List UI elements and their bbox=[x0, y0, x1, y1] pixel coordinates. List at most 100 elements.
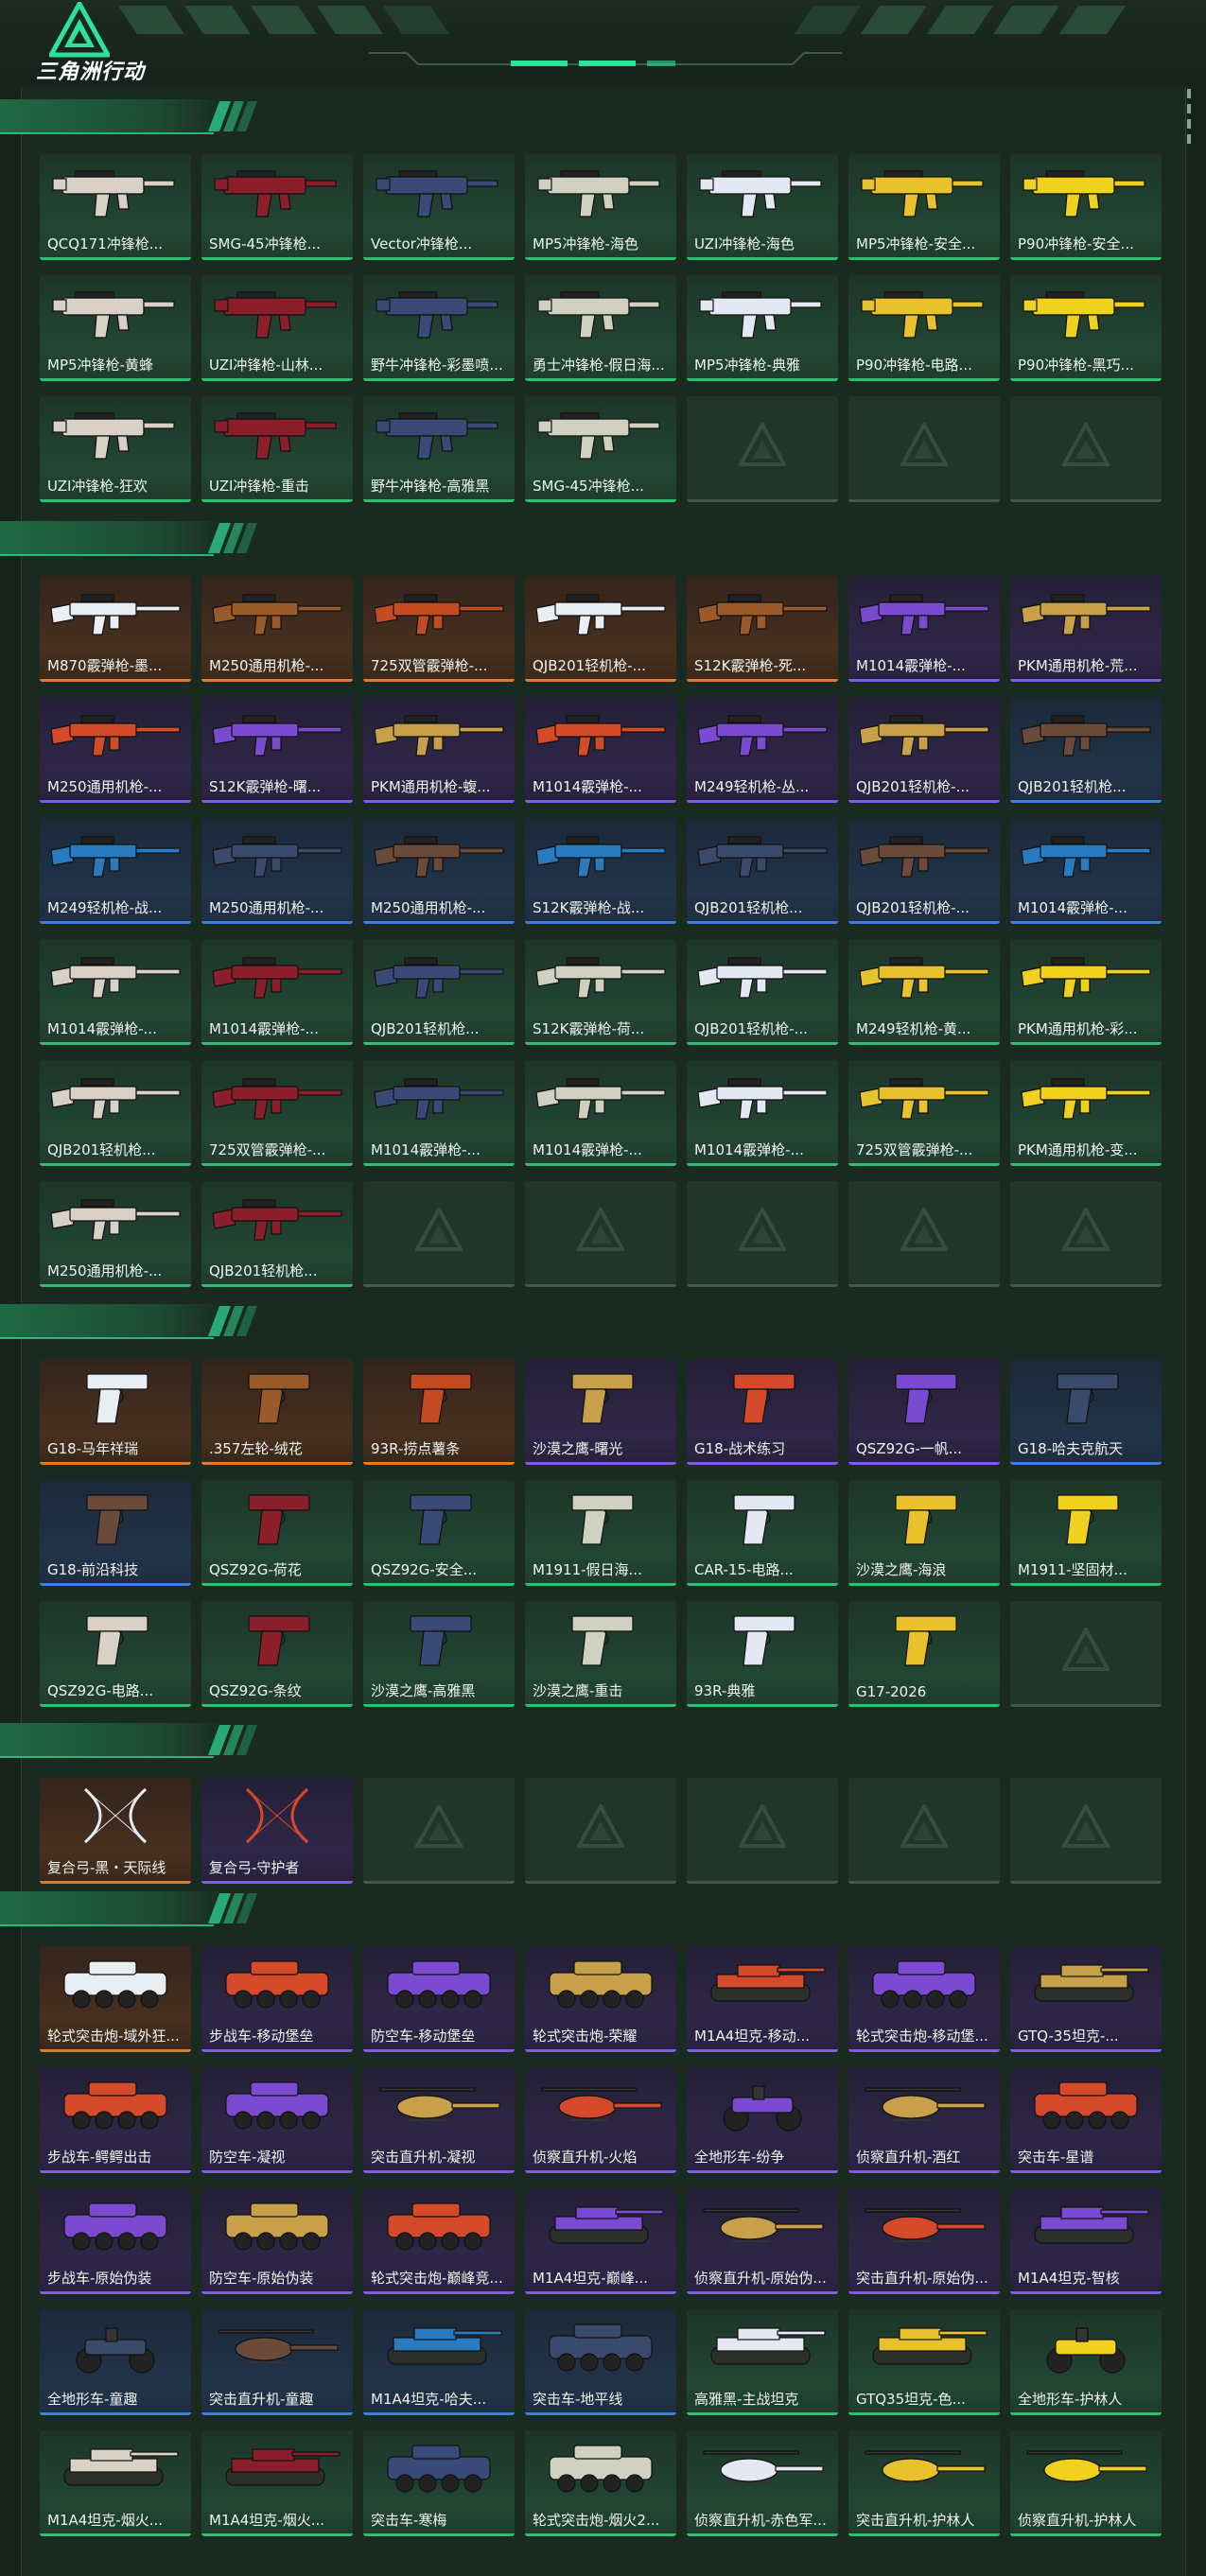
skin-card[interactable]: M249轻机枪-丛... bbox=[687, 697, 838, 803]
skin-card[interactable]: S12K霰弹枪-战... bbox=[525, 818, 676, 924]
skin-card[interactable]: 725双管霰弹枪-... bbox=[848, 1060, 1000, 1166]
skin-card[interactable]: M1014霰弹枪-... bbox=[1010, 818, 1162, 924]
skin-card[interactable]: G18-哈夫克航天 bbox=[1010, 1359, 1162, 1465]
skin-card[interactable]: 轮式突击炮-烟火2... bbox=[525, 2430, 676, 2536]
skin-card[interactable]: GTQ-35坦克-... bbox=[1010, 1946, 1162, 2052]
skin-card[interactable]: M249轻机枪-黄... bbox=[848, 939, 1000, 1045]
skin-card[interactable]: S12K霰弹枪-荷... bbox=[525, 939, 676, 1045]
skin-card[interactable]: QJB201轻机枪-... bbox=[687, 939, 838, 1045]
skin-card[interactable]: G18-马年祥瑞 bbox=[40, 1359, 191, 1465]
skin-card[interactable]: UZI冲锋枪-山林... bbox=[201, 275, 353, 381]
skin-card[interactable]: QJB201轻机枪... bbox=[201, 1181, 353, 1287]
skin-card[interactable]: M1014霰弹枪-... bbox=[201, 939, 353, 1045]
skin-card[interactable]: 防空车-凝视 bbox=[201, 2067, 353, 2173]
skin-card[interactable]: .357左轮-绒花 bbox=[201, 1359, 353, 1465]
skin-card[interactable]: 突击直升机-凝视 bbox=[363, 2067, 515, 2173]
skin-card[interactable]: M1A4坦克-哈夫... bbox=[363, 2309, 515, 2415]
skin-card[interactable]: MP5冲锋枪-黄蜂 bbox=[40, 275, 191, 381]
skin-card[interactable]: QSZ92G-条纹 bbox=[201, 1601, 353, 1707]
skin-card[interactable]: UZI冲锋枪-海色 bbox=[687, 154, 838, 260]
skin-card[interactable]: 沙漠之鹰-曙光 bbox=[525, 1359, 676, 1465]
skin-card[interactable]: M250通用机枪-... bbox=[40, 1181, 191, 1287]
skin-card[interactable]: QCQ171冲锋枪... bbox=[40, 154, 191, 260]
skin-card[interactable]: 突击车-星谱 bbox=[1010, 2067, 1162, 2173]
skin-card[interactable]: M1014霰弹枪-... bbox=[363, 1060, 515, 1166]
skin-card[interactable]: G18-前沿科技 bbox=[40, 1480, 191, 1586]
skin-card[interactable]: PKM通用机枪-荒... bbox=[1010, 576, 1162, 682]
skin-card[interactable]: 沙漠之鹰-高雅黑 bbox=[363, 1601, 515, 1707]
skin-card[interactable]: S12K霰弹枪-死... bbox=[687, 576, 838, 682]
skin-card[interactable]: 复合弓-守护者 bbox=[201, 1778, 353, 1884]
skin-card[interactable]: 勇士冲锋枪-假日海... bbox=[525, 275, 676, 381]
skin-card[interactable]: M250通用机枪-... bbox=[201, 576, 353, 682]
skin-card[interactable]: QJB201轻机枪... bbox=[687, 818, 838, 924]
skin-card[interactable]: 725双管霰弹枪-... bbox=[201, 1060, 353, 1166]
skin-card[interactable]: PKM通用机枪-彩... bbox=[1010, 939, 1162, 1045]
skin-card[interactable]: SMG-45冲锋枪... bbox=[525, 396, 676, 502]
skin-card[interactable]: UZI冲锋枪-狂欢 bbox=[40, 396, 191, 502]
skin-card[interactable]: 轮式突击炮-荣耀 bbox=[525, 1946, 676, 2052]
skin-card[interactable]: 93R-典雅 bbox=[687, 1601, 838, 1707]
skin-card[interactable]: QSZ92G-荷花 bbox=[201, 1480, 353, 1586]
skin-card[interactable]: 全地形车-纷争 bbox=[687, 2067, 838, 2173]
skin-card[interactable]: M870霰弹枪-墨... bbox=[40, 576, 191, 682]
skin-card[interactable]: 侦察直升机-赤色军... bbox=[687, 2430, 838, 2536]
skin-card[interactable]: 步战车-鳄鳄出击 bbox=[40, 2067, 191, 2173]
skin-card[interactable]: 防空车-移动堡垒 bbox=[363, 1946, 515, 2052]
skin-card[interactable]: QJB201轻机枪-... bbox=[848, 818, 1000, 924]
skin-card[interactable]: 轮式突击炮-巅峰竞... bbox=[363, 2188, 515, 2294]
skin-card[interactable]: UZI冲锋枪-重击 bbox=[201, 396, 353, 502]
skin-card[interactable]: M250通用机枪-... bbox=[201, 818, 353, 924]
skin-card[interactable]: QJB201轻机枪-... bbox=[848, 697, 1000, 803]
skin-card[interactable]: M250通用机枪-... bbox=[40, 697, 191, 803]
skin-card[interactable]: QSZ92G-安全... bbox=[363, 1480, 515, 1586]
skin-card[interactable]: M1014霰弹枪-... bbox=[687, 1060, 838, 1166]
skin-card[interactable]: 93R-捞点薯条 bbox=[363, 1359, 515, 1465]
skin-card[interactable]: 突击直升机-童趣 bbox=[201, 2309, 353, 2415]
skin-card[interactable]: 步战车-移动堡垒 bbox=[201, 1946, 353, 2052]
skin-card[interactable]: 防空车-原始伪装 bbox=[201, 2188, 353, 2294]
skin-card[interactable]: M1A4坦克-烟火... bbox=[201, 2430, 353, 2536]
skin-card[interactable]: MP5冲锋枪-安全... bbox=[848, 154, 1000, 260]
skin-card[interactable]: QJB201轻机枪... bbox=[1010, 697, 1162, 803]
skin-card[interactable]: 725双管霰弹枪-... bbox=[363, 576, 515, 682]
skin-card[interactable]: 侦察直升机-护林人 bbox=[1010, 2430, 1162, 2536]
skin-card[interactable]: M1A4坦克-巅峰... bbox=[525, 2188, 676, 2294]
skin-card[interactable]: Vector冲锋枪... bbox=[363, 154, 515, 260]
skin-card[interactable]: M1014霰弹枪-... bbox=[525, 1060, 676, 1166]
skin-card[interactable]: S12K霰弹枪-曙... bbox=[201, 697, 353, 803]
skin-card[interactable]: QSZ92G-电路... bbox=[40, 1601, 191, 1707]
skin-card[interactable]: QJB201轻机枪... bbox=[40, 1060, 191, 1166]
skin-card[interactable]: M1A4坦克-智核 bbox=[1010, 2188, 1162, 2294]
skin-card[interactable]: 全地形车-护林人 bbox=[1010, 2309, 1162, 2415]
skin-card[interactable]: 突击直升机-护林人 bbox=[848, 2430, 1000, 2536]
skin-card[interactable]: CAR-15-电路... bbox=[687, 1480, 838, 1586]
skin-card[interactable]: 突击车-寒梅 bbox=[363, 2430, 515, 2536]
skin-card[interactable]: 轮式突击炮-域外狂... bbox=[40, 1946, 191, 2052]
skin-card[interactable]: SMG-45冲锋枪... bbox=[201, 154, 353, 260]
skin-card[interactable]: G17-2026 bbox=[848, 1601, 1000, 1707]
skin-card[interactable]: 复合弓-黑・天际线 bbox=[40, 1778, 191, 1884]
skin-card[interactable]: 轮式突击炮-移动堡... bbox=[848, 1946, 1000, 2052]
skin-card[interactable]: 高雅黑-主战坦克 bbox=[687, 2309, 838, 2415]
skin-card[interactable]: M249轻机枪-战... bbox=[40, 818, 191, 924]
skin-card[interactable]: M1014霰弹枪-... bbox=[525, 697, 676, 803]
skin-card[interactable]: GTQ35坦克-色... bbox=[848, 2309, 1000, 2415]
skin-card[interactable]: 侦察直升机-酒红 bbox=[848, 2067, 1000, 2173]
skin-card[interactable]: MP5冲锋枪-海色 bbox=[525, 154, 676, 260]
skin-card[interactable]: QJB201轻机枪... bbox=[363, 939, 515, 1045]
skin-card[interactable]: P90冲锋枪-黑巧... bbox=[1010, 275, 1162, 381]
skin-card[interactable]: P90冲锋枪-安全... bbox=[1010, 154, 1162, 260]
skin-card[interactable]: 突击直升机-原始伪... bbox=[848, 2188, 1000, 2294]
skin-card[interactable]: 步战车-原始伪装 bbox=[40, 2188, 191, 2294]
skin-card[interactable]: M1014霰弹枪-... bbox=[40, 939, 191, 1045]
skin-card[interactable]: QJB201轻机枪-... bbox=[525, 576, 676, 682]
skin-card[interactable]: M1014霰弹枪-... bbox=[848, 576, 1000, 682]
skin-card[interactable]: M1A4坦克-烟火... bbox=[40, 2430, 191, 2536]
skin-card[interactable]: QSZ92G-一帆... bbox=[848, 1359, 1000, 1465]
skin-card[interactable]: M250通用机枪-... bbox=[363, 818, 515, 924]
skin-card[interactable]: M1911-假日海... bbox=[525, 1480, 676, 1586]
skin-card[interactable]: 突击车-地平线 bbox=[525, 2309, 676, 2415]
skin-card[interactable]: PKM通用机枪-变... bbox=[1010, 1060, 1162, 1166]
skin-card[interactable]: P90冲锋枪-电路... bbox=[848, 275, 1000, 381]
